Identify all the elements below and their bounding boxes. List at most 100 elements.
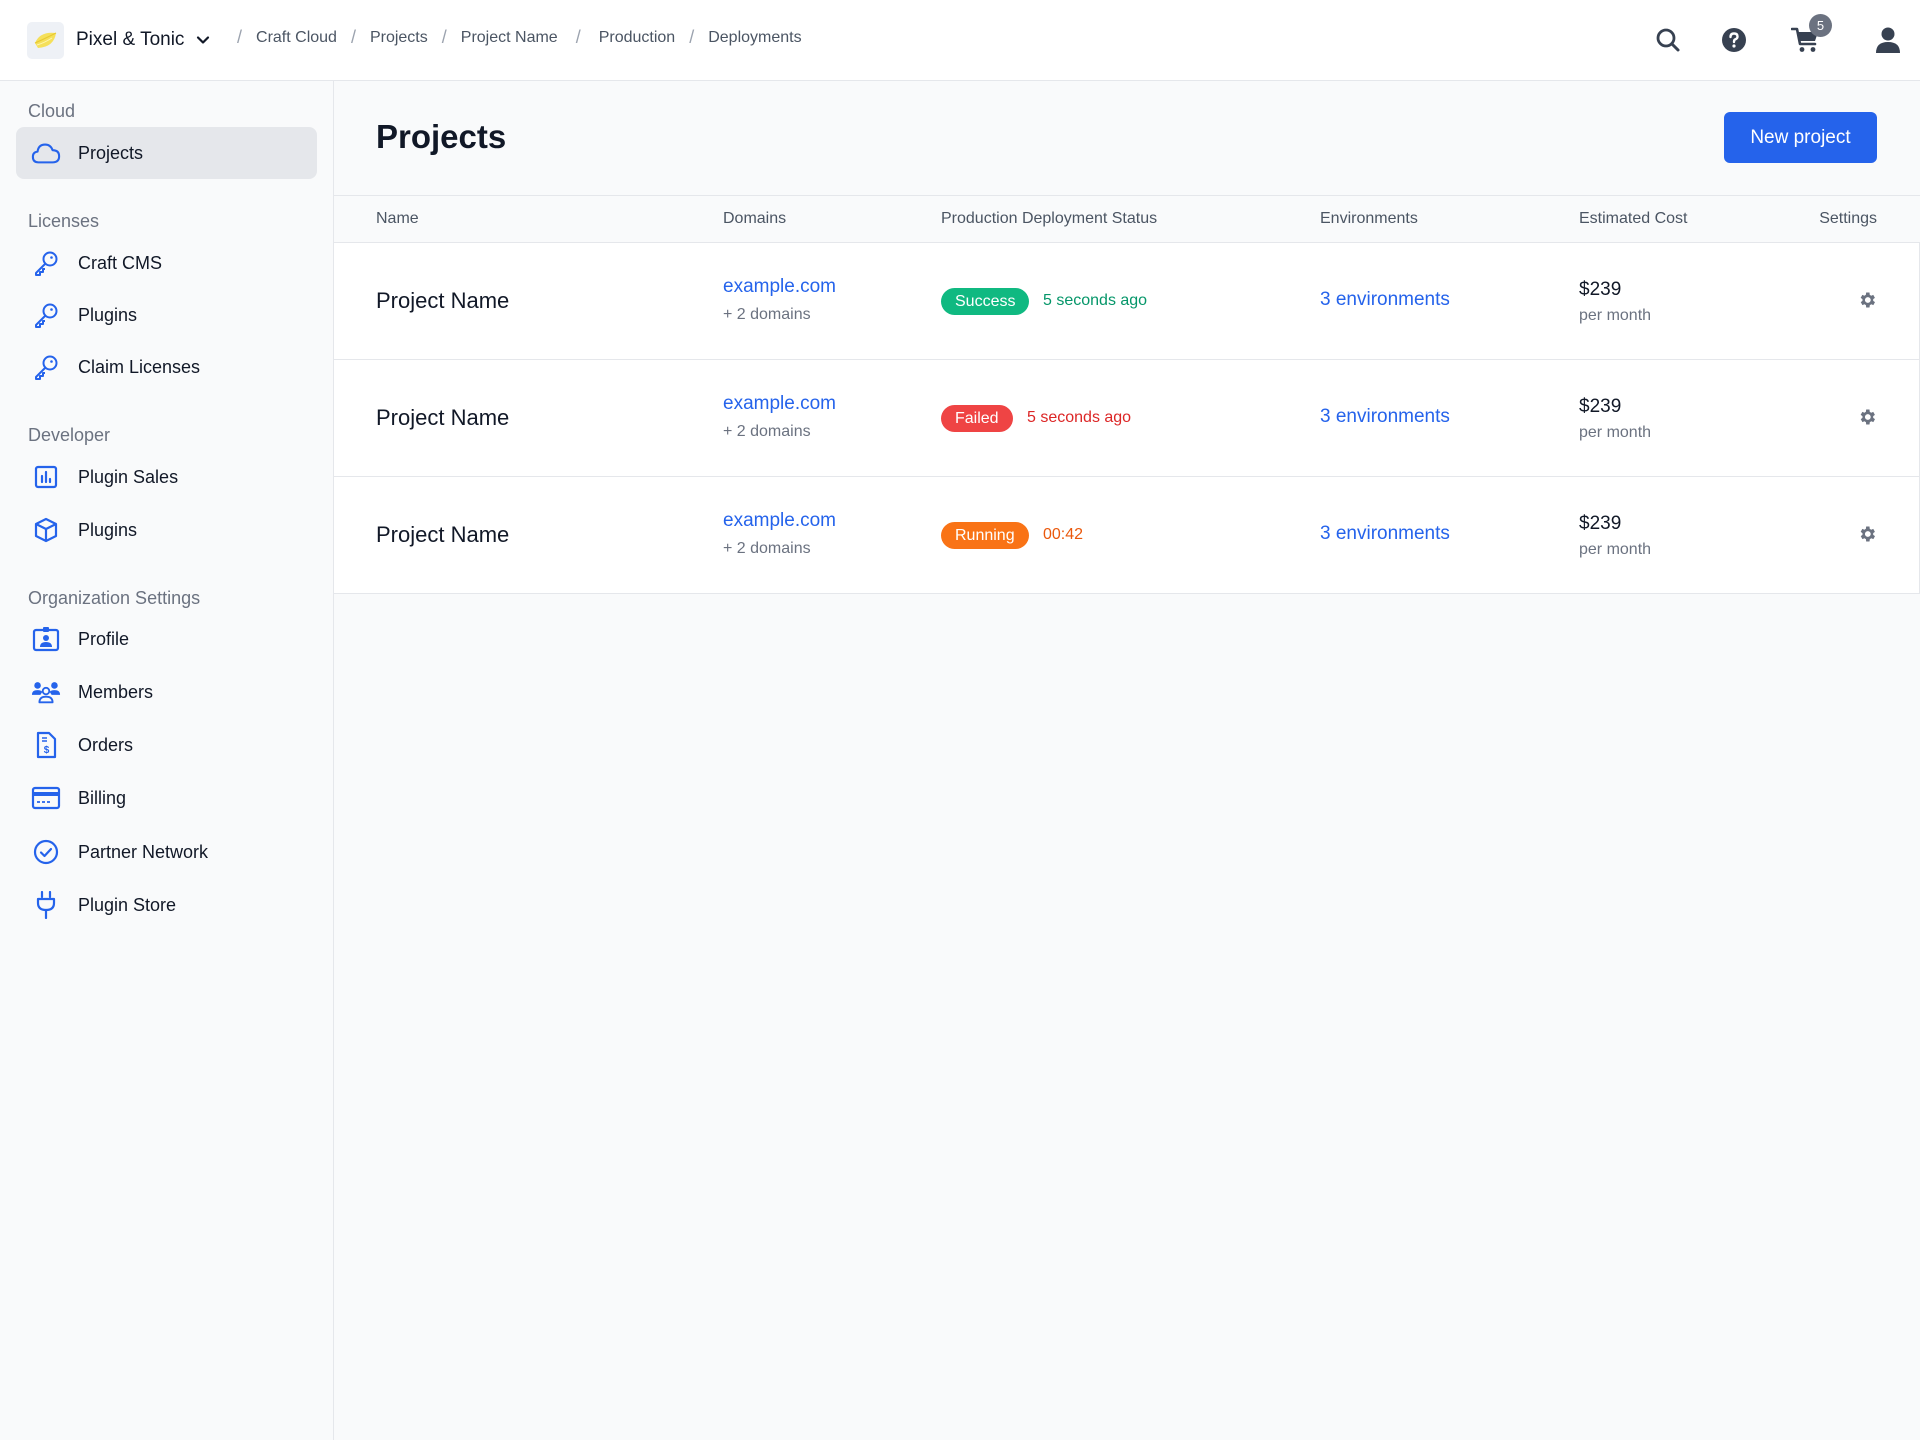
sidebar-item-orders[interactable]: $ Orders (16, 719, 317, 771)
domain-link[interactable]: example.com (723, 393, 836, 415)
top-bar: Pixel & Tonic / Craft Cloud / Projects /… (0, 0, 1920, 81)
sidebar-item-license-plugins[interactable]: Plugins (16, 289, 317, 341)
project-name[interactable]: Project Name (376, 405, 509, 431)
breadcrumb-projects[interactable]: Projects (370, 29, 428, 47)
sidebar-item-craft-cms[interactable]: Craft CMS (16, 237, 317, 289)
sidebar-item-profile[interactable]: Profile (16, 613, 317, 665)
domain-link[interactable]: example.com (723, 276, 836, 298)
sidebar-item-label: Plugin Store (78, 894, 177, 915)
org-name: Pixel & Tonic (76, 29, 185, 50)
org-switcher[interactable]: Pixel & Tonic (27, 21, 210, 59)
table-row[interactable]: Project Name example.com + 2 domains Run… (334, 477, 1920, 594)
users-icon (31, 677, 61, 707)
sidebar-item-label: Projects (78, 142, 144, 163)
nav-heading-developer: Developer (28, 425, 111, 445)
search-icon (1656, 28, 1680, 52)
sidebar-item-plugin-store[interactable]: Plugin Store (16, 879, 317, 931)
sidebar: Cloud Projects Licenses Craft CMS Plugin… (0, 81, 334, 1440)
help-icon (1722, 28, 1746, 52)
column-header-deployment-status[interactable]: Production Deployment Status (941, 210, 1157, 228)
environments-link[interactable]: 3 environments (1320, 406, 1450, 428)
new-project-button[interactable]: New project (1724, 112, 1877, 163)
sidebar-item-projects[interactable]: Projects (16, 127, 317, 179)
nav-heading-cloud: Cloud (28, 101, 76, 121)
project-settings-button[interactable] (1856, 406, 1878, 428)
nav-heading-organization-settings: Organization Settings (28, 588, 201, 608)
breadcrumb-deployments[interactable]: Deployments (708, 29, 801, 47)
sidebar-item-partner-network[interactable]: Partner Network (16, 826, 317, 878)
sidebar-item-label: Claim Licenses (78, 356, 201, 377)
sidebar-item-label: Plugins (78, 304, 138, 325)
breadcrumb-separator: / (689, 27, 695, 47)
table-header: Name Domains Production Deployment Statu… (334, 195, 1920, 243)
breadcrumb-craft-cloud[interactable]: Craft Cloud (256, 29, 337, 47)
credit-card-icon (31, 783, 61, 813)
status-detail: 5 seconds ago (1043, 292, 1148, 309)
cost-period: per month (1579, 307, 1652, 324)
column-header-estimated-cost[interactable]: Estimated Cost (1579, 210, 1687, 228)
chevron-down-icon (197, 36, 210, 44)
user-menu-button[interactable] (1870, 22, 1906, 58)
help-button[interactable] (1716, 22, 1752, 58)
key-icon (31, 300, 61, 330)
gear-icon (1860, 526, 1875, 542)
chart-icon (31, 462, 61, 492)
sidebar-item-billing[interactable]: Billing (16, 772, 317, 824)
sidebar-item-label: Plugin Sales (78, 466, 179, 487)
gear-icon (1860, 409, 1875, 425)
column-header-environments[interactable]: Environments (1320, 210, 1418, 228)
table-row[interactable]: Project Name example.com + 2 domains Suc… (334, 243, 1920, 360)
cost-amount: $239 (1579, 513, 1622, 534)
cart-button[interactable]: 5 (1788, 14, 1832, 58)
more-domains: + 2 domains (723, 540, 811, 557)
cart-count-badge: 5 (1809, 14, 1832, 37)
breadcrumb-production[interactable]: Production (599, 29, 676, 47)
sidebar-item-members[interactable]: Members (16, 666, 317, 718)
sidebar-item-claim-licenses[interactable]: Claim Licenses (16, 341, 317, 393)
status-detail: 00:42 (1043, 526, 1084, 543)
search-button[interactable] (1650, 22, 1686, 58)
cube-icon (31, 515, 61, 545)
more-domains: + 2 domains (723, 423, 811, 440)
key-icon (31, 352, 61, 382)
table-row[interactable]: Project Name example.com + 2 domains Fai… (334, 360, 1920, 477)
column-header-domains[interactable]: Domains (723, 210, 786, 228)
project-settings-button[interactable] (1856, 523, 1878, 545)
breadcrumb-separator: / (237, 27, 243, 47)
cost-period: per month (1579, 541, 1652, 558)
breadcrumb-project-name[interactable]: Project Name (461, 29, 558, 47)
status-badge: Running (941, 522, 1029, 549)
org-logo (27, 21, 64, 59)
sidebar-item-label: Partner Network (78, 841, 209, 862)
plug-icon (31, 890, 61, 920)
svg-text:$: $ (44, 745, 50, 756)
cost-amount: $239 (1579, 396, 1622, 417)
column-header-name[interactable]: Name (376, 210, 419, 228)
sidebar-item-label: Billing (78, 787, 127, 808)
breadcrumb-separator: / (350, 27, 356, 47)
cloud-icon (31, 138, 61, 168)
status-detail: 5 seconds ago (1027, 409, 1132, 426)
project-settings-button[interactable] (1856, 289, 1878, 311)
user-icon (1876, 27, 1900, 53)
sidebar-item-plugin-sales[interactable]: Plugin Sales (16, 451, 317, 503)
cost-amount: $239 (1579, 279, 1622, 300)
sidebar-item-label: Craft CMS (78, 252, 163, 273)
page-title: Projects (376, 118, 507, 155)
domain-link[interactable]: example.com (723, 510, 836, 532)
gear-icon (1860, 292, 1875, 308)
sidebar-item-label: Orders (78, 734, 134, 755)
id-badge-icon (31, 624, 61, 654)
sidebar-item-developer-plugins[interactable]: Plugins (16, 504, 317, 556)
environments-link[interactable]: 3 environments (1320, 289, 1450, 311)
project-name[interactable]: Project Name (376, 522, 509, 548)
nav-heading-licenses: Licenses (28, 211, 100, 231)
status-badge: Success (941, 288, 1030, 315)
breadcrumb-separator: / (441, 27, 447, 47)
environments-link[interactable]: 3 environments (1320, 523, 1450, 545)
breadcrumb: / Craft Cloud / Projects / Project Name … (237, 27, 802, 48)
project-name[interactable]: Project Name (376, 288, 509, 314)
sidebar-item-label: Plugins (78, 519, 138, 540)
check-circle-icon (31, 837, 61, 867)
column-header-settings: Settings (1819, 210, 1877, 227)
